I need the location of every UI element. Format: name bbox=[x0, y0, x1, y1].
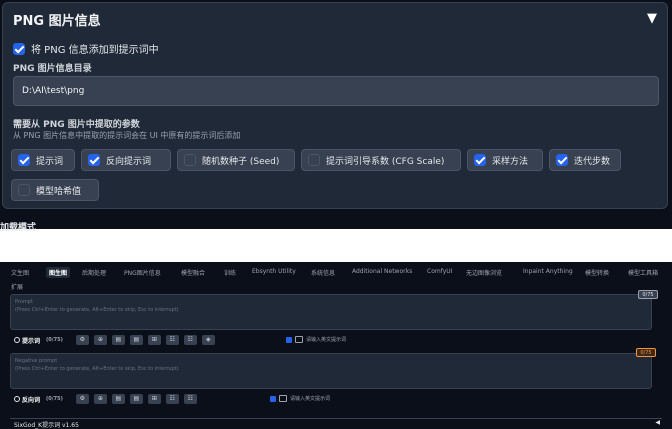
sixgod-accordion[interactable]: SixGod_K提示词 v1.65 ◀ bbox=[10, 418, 662, 429]
tool-button-5[interactable]: ☷ bbox=[165, 394, 179, 404]
tab-0[interactable]: 文生图 bbox=[11, 268, 29, 277]
toggle-box-icon bbox=[279, 395, 287, 402]
tab-4[interactable]: 模型融合 bbox=[181, 268, 205, 277]
param-checkbox-label: 提示词 bbox=[36, 156, 64, 167]
negative-tool-buttons: ⚙ ⊕ ▤ ▤ ⊞ ☷ ☷ bbox=[75, 394, 197, 404]
add-to-prompt-label: 将 PNG 信息添加到提示词中 bbox=[31, 45, 159, 56]
collapse-triangle-icon[interactable]: ▼ bbox=[647, 11, 657, 26]
mode-label: 加载模式 bbox=[0, 223, 37, 233]
param-checkbox-label: 提示词引导系数 (CFG Scale) bbox=[326, 156, 445, 167]
tab-12[interactable]: 模型转换 bbox=[585, 268, 609, 277]
param-checkbox-6[interactable]: 模型哈希值 bbox=[11, 179, 99, 201]
toggle-box-icon bbox=[295, 336, 303, 343]
prompt-check-label: 请输入英文提示词 bbox=[306, 337, 347, 343]
param-checkbox-box[interactable] bbox=[88, 154, 100, 166]
tool-button-4[interactable]: ⊞ bbox=[147, 394, 161, 404]
add-to-prompt-checkbox[interactable] bbox=[13, 42, 25, 55]
tool-button-4[interactable]: ⊞ bbox=[147, 335, 161, 345]
prompt-tool-buttons: ⚙ ⊕ ▤ ▤ ⊞ ☷ ☷ ◈ bbox=[75, 335, 215, 345]
tab-10[interactable]: 无边图像浏览 bbox=[466, 268, 502, 277]
negative-label: 反向词 bbox=[22, 396, 41, 404]
tab-13[interactable]: 模型工具箱 bbox=[628, 268, 658, 277]
param-checkbox-label: 迭代步数 bbox=[574, 156, 611, 167]
param-checkbox-box[interactable] bbox=[308, 154, 320, 166]
param-checkbox-5[interactable]: 迭代步数 bbox=[549, 149, 621, 171]
png-panel-title[interactable]: PNG 图片信息 bbox=[13, 10, 101, 29]
tool-button-2[interactable]: ▤ bbox=[111, 335, 125, 345]
negative-controls: 反向词 (0/75) ⚙ ⊕ ▤ ▤ ⊞ ☷ ☷ bbox=[14, 393, 197, 405]
radio-icon bbox=[14, 396, 20, 402]
param-checkbox-box[interactable] bbox=[184, 154, 196, 166]
tool-button-6[interactable]: ☷ bbox=[183, 335, 197, 345]
tool-button-7[interactable]: ◈ bbox=[201, 335, 215, 345]
png-info-accordion: PNG 图片信息 ▼ 将 PNG 信息添加到提示词中 PNG 图片信息目录 D:… bbox=[2, 2, 668, 209]
prompt-textarea[interactable]: Prompt (Press Ctrl+Enter to generate, Al… bbox=[10, 294, 652, 330]
negative-token-counter: 0/75 bbox=[636, 348, 656, 357]
tool-button-5[interactable]: ☷ bbox=[165, 335, 179, 345]
png-dir-input[interactable]: D:\AI\test\png bbox=[13, 76, 659, 106]
tab-6[interactable]: Ebsynth Utility bbox=[252, 268, 296, 275]
param-checkbox-2[interactable]: 随机数种子 (Seed) bbox=[177, 149, 295, 171]
param-checkbox-3[interactable]: 提示词引导系数 (CFG Scale) bbox=[301, 149, 461, 171]
negative-count: (0/75) bbox=[46, 396, 63, 402]
main-tab-bar: 文生图 图生图 后期处理 PNG图片信息 模型融合 训练 Ebsynth Utility 系统… bbox=[0, 266, 672, 280]
tool-button-3[interactable]: ▤ bbox=[129, 335, 143, 345]
tab-7[interactable]: 系统信息 bbox=[311, 268, 335, 277]
negative-prompt-title: Negative prompt bbox=[15, 358, 58, 364]
dir-label: PNG 图片信息目录 bbox=[13, 64, 92, 74]
tab-1[interactable]: 图生图 bbox=[46, 267, 71, 278]
tool-button-1[interactable]: ⊕ bbox=[93, 335, 107, 345]
tool-button-0[interactable]: ⚙ bbox=[75, 394, 89, 404]
tab-2[interactable]: 后期处理 bbox=[82, 268, 106, 277]
add-to-prompt-checkbox-row[interactable]: 将 PNG 信息添加到提示词中 bbox=[13, 41, 159, 56]
negative-prompt-textarea[interactable]: Negative prompt (Press Ctrl+Enter to gen… bbox=[10, 353, 652, 389]
param-checkbox-box[interactable] bbox=[18, 184, 30, 196]
tool-button-0[interactable]: ⚙ bbox=[75, 335, 89, 345]
param-checkbox-label: 随机数种子 (Seed) bbox=[202, 156, 280, 167]
tab-5[interactable]: 训练 bbox=[224, 268, 236, 277]
negative-toggle[interactable]: 反向词 (0/75) bbox=[14, 395, 63, 404]
negative-check-label: 请输入英文提示词 bbox=[290, 396, 331, 402]
english-checkbox[interactable] bbox=[270, 395, 276, 402]
param-checkbox-0[interactable]: 提示词 bbox=[11, 149, 75, 171]
param-checkbox-label: 反向提示词 bbox=[106, 156, 152, 167]
negative-prompt-placeholder: (Press Ctrl+Enter to generate, Alt+Enter… bbox=[15, 366, 179, 372]
webui-panel: 文生图 图生图 后期处理 PNG图片信息 模型融合 训练 Ebsynth Utility 系统… bbox=[0, 262, 672, 429]
param-checkbox-4[interactable]: 采样方法 bbox=[467, 149, 543, 171]
params-title: 需要从 PNG 图片中提取的参数 bbox=[13, 120, 140, 130]
prompt-count: (0/75) bbox=[46, 337, 63, 343]
param-checkbox-box[interactable] bbox=[556, 154, 568, 166]
sixgod-label: SixGod_K提示词 v1.65 bbox=[14, 422, 79, 429]
prompt-title: Prompt bbox=[15, 299, 33, 305]
english-checkbox[interactable] bbox=[286, 336, 292, 343]
param-checkbox-box[interactable] bbox=[474, 154, 486, 166]
param-checkbox-1[interactable]: 反向提示词 bbox=[81, 149, 171, 171]
prompt-toggle[interactable]: 提示词 (0/75) bbox=[14, 336, 63, 345]
tool-button-2[interactable]: ▤ bbox=[111, 394, 125, 404]
tab-extensions[interactable]: 扩展 bbox=[11, 282, 23, 291]
prompt-label: 提示词 bbox=[22, 337, 41, 345]
tab-8[interactable]: Additional Networks bbox=[352, 268, 412, 275]
params-subtitle: 从 PNG 图片信息中提取的提示词会在 UI 中原有的提示词后添加 bbox=[13, 131, 241, 140]
tab-9[interactable]: ComfyUI bbox=[427, 268, 452, 275]
radio-icon bbox=[14, 337, 20, 343]
prompt-english-check[interactable]: 请输入英文提示词 bbox=[286, 336, 346, 343]
tool-button-1[interactable]: ⊕ bbox=[93, 394, 107, 404]
tab-3[interactable]: PNG图片信息 bbox=[124, 268, 161, 277]
negative-english-check[interactable]: 请输入英文提示词 bbox=[270, 395, 330, 402]
prompt-token-counter: 0/75 bbox=[638, 290, 658, 299]
prompt-controls: 提示词 (0/75) ⚙ ⊕ ▤ ▤ ⊞ ☷ ☷ ◈ bbox=[14, 334, 215, 346]
param-checkbox-box[interactable] bbox=[18, 154, 30, 166]
prompt-placeholder: (Press Ctrl+Enter to generate, Alt+Enter… bbox=[15, 307, 179, 313]
tab-11[interactable]: Inpaint Anything bbox=[523, 268, 573, 275]
png-info-section: PNG 图片信息 ▼ 将 PNG 信息添加到提示词中 PNG 图片信息目录 D:… bbox=[0, 0, 672, 233]
param-checkbox-label: 模型哈希值 bbox=[36, 186, 82, 197]
param-checkbox-label: 采样方法 bbox=[492, 156, 529, 167]
tool-button-3[interactable]: ▤ bbox=[129, 394, 143, 404]
collapse-arrow-icon[interactable]: ◀ bbox=[655, 419, 660, 426]
tool-button-6[interactable]: ☷ bbox=[183, 394, 197, 404]
